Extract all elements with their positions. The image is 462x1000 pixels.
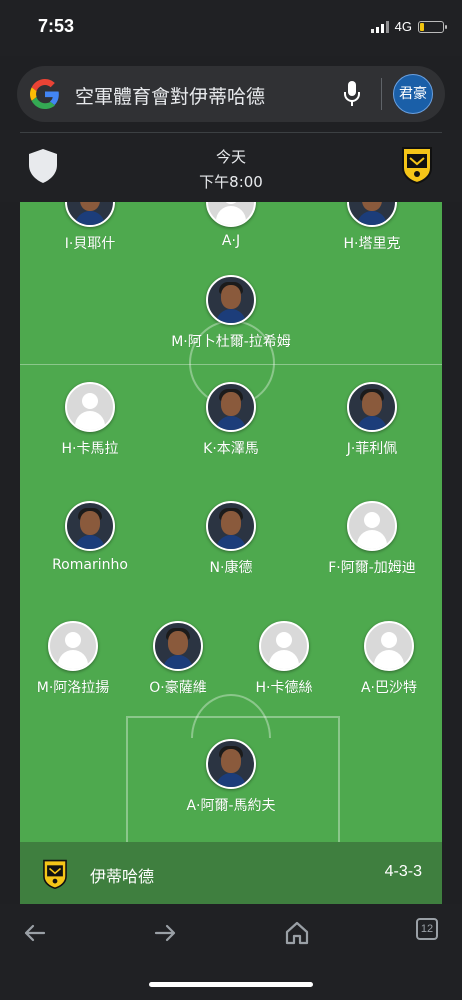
player-avatar: [259, 621, 309, 671]
player-avatar: [206, 382, 256, 432]
status-time: 7:53: [38, 16, 75, 36]
account-avatar[interactable]: 君豪: [393, 74, 433, 114]
team-logo-icon[interactable]: [401, 146, 433, 184]
home-icon[interactable]: [282, 918, 312, 948]
status-bar: 7:53 4G: [0, 0, 462, 56]
player-name: M·阿卜杜爾-拉希姆: [171, 334, 291, 350]
mic-icon[interactable]: [343, 80, 361, 108]
player-card[interactable]: A·巴沙特: [319, 621, 442, 697]
player-card[interactable]: N·康德: [161, 501, 301, 577]
player-avatar: [206, 739, 256, 789]
player-card[interactable]: F·阿爾-加姆迪: [302, 501, 442, 577]
team-bar: 伊蒂哈德 4-3-3: [20, 842, 442, 904]
player-name: F·阿爾-加姆迪: [328, 560, 416, 576]
player-card[interactable]: J·菲利佩: [302, 382, 442, 458]
player-name: I·貝耶什: [64, 236, 116, 252]
player-card[interactable]: H·卡馬拉: [20, 382, 160, 458]
player-name: J·菲利佩: [346, 441, 398, 457]
signal-icon: [370, 20, 389, 33]
player-card[interactable]: A·阿爾-馬約夫: [161, 739, 301, 815]
player-name: A·阿爾-馬約夫: [186, 798, 276, 814]
match-header: 今天 下午8:00: [0, 130, 462, 202]
home-indicator[interactable]: [149, 982, 313, 987]
status-indicators: 4G: [370, 19, 447, 34]
player-card[interactable]: Romarinho: [20, 501, 160, 573]
player-card[interactable]: H·塔里克: [302, 202, 442, 253]
kickoff-time: 下午8:00: [199, 173, 263, 191]
team-name: 伊蒂哈德: [90, 867, 155, 886]
player-card[interactable]: I·貝耶什: [20, 202, 160, 253]
player-avatar: [65, 202, 115, 227]
player-card[interactable]: K·本澤馬: [161, 382, 301, 458]
player-avatar: [347, 202, 397, 227]
player-avatar: [206, 501, 256, 551]
player-avatar: [206, 275, 256, 325]
player-card[interactable]: M·阿卜杜爾-拉希姆: [161, 275, 301, 351]
match-date: 今天: [215, 148, 246, 166]
player-name: H·卡馬拉: [61, 441, 119, 457]
player-name: K·本澤馬: [203, 441, 259, 457]
player-avatar: [347, 501, 397, 551]
search-input[interactable]: 空軍體育會對伊蒂哈德: [75, 82, 265, 109]
battery-icon: [418, 20, 447, 33]
divider: [381, 78, 382, 110]
player-avatar: [347, 382, 397, 432]
player-avatar: [153, 621, 203, 671]
tab-switcher-button[interactable]: 12: [416, 918, 438, 940]
divider: [20, 132, 442, 133]
player-avatar: [65, 382, 115, 432]
player-avatar: [65, 501, 115, 551]
back-arrow-icon[interactable]: [20, 918, 50, 948]
player-name: A·J: [221, 233, 241, 249]
team-logo-icon: [43, 859, 67, 889]
forward-arrow-icon[interactable]: [150, 918, 180, 948]
team-formation: 4-3-3: [384, 863, 422, 880]
search-bar[interactable]: 空軍體育會對伊蒂哈德 君豪: [17, 66, 445, 122]
player-card[interactable]: A·J: [161, 202, 301, 249]
player-name: N·康德: [209, 560, 253, 576]
player-avatar: [206, 202, 256, 227]
player-name: A·巴沙特: [360, 680, 418, 696]
player-avatar: [48, 621, 98, 671]
player-name: H·塔里克: [343, 236, 401, 252]
lineup-pitch: I·貝耶什 A·J H·塔里克 M·阿卜杜爾-拉希姆 H·卡馬拉 K·本澤馬 J…: [20, 202, 442, 842]
player-name: Romarinho: [52, 557, 128, 573]
network-label: 4G: [394, 19, 412, 34]
google-logo-icon: [30, 79, 59, 109]
player-avatar: [364, 621, 414, 671]
